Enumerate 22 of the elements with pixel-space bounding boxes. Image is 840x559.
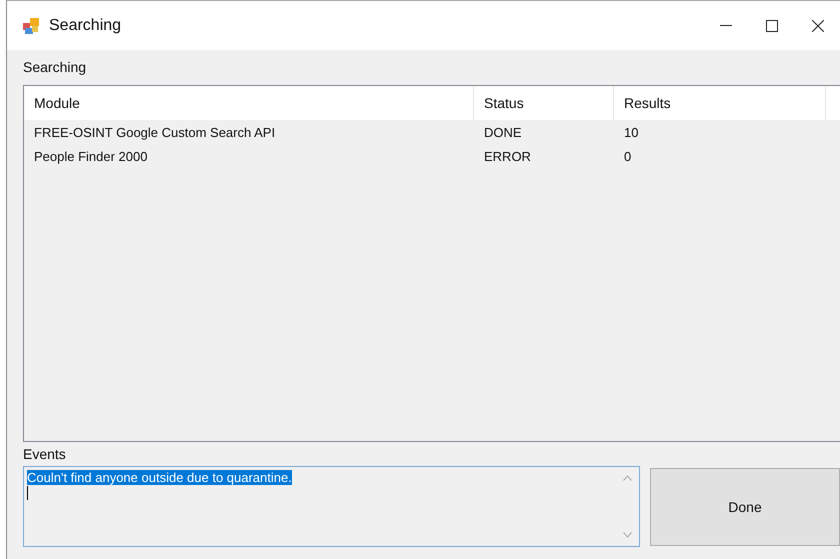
- events-field[interactable]: Couln't find anyone outside due to quarantine.: [23, 466, 640, 547]
- close-icon: [812, 20, 824, 32]
- section-label: Searching: [23, 58, 88, 77]
- table-cell-text: ERROR: [483, 148, 532, 166]
- column-header[interactable]: Results: [614, 86, 826, 120]
- section-label: Events: [23, 445, 67, 464]
- app-icon: [23, 18, 39, 34]
- scroll-up-icon[interactable]: [622, 475, 632, 481]
- event-text: Couln't find anyone outside due to quarantine.: [27, 470, 292, 485]
- text-cursor: [27, 486, 28, 500]
- window-title: Searching: [49, 16, 122, 34]
- table-cell-text: 10: [623, 124, 640, 142]
- table-cell-text: FREE-OSINT Google Custom Search API: [33, 124, 276, 142]
- table-cell-text: 0: [623, 148, 632, 166]
- scroll-down-icon[interactable]: [622, 532, 632, 538]
- minimize-icon: [720, 25, 732, 26]
- table-cell-text: DONE: [483, 124, 523, 142]
- column-header[interactable]: Module: [24, 86, 474, 120]
- maximize-icon: [766, 20, 778, 32]
- table-cell-text: People Finder 2000: [33, 148, 148, 166]
- column-header[interactable]: Status: [474, 86, 614, 120]
- done-button[interactable]: Done: [650, 468, 840, 546]
